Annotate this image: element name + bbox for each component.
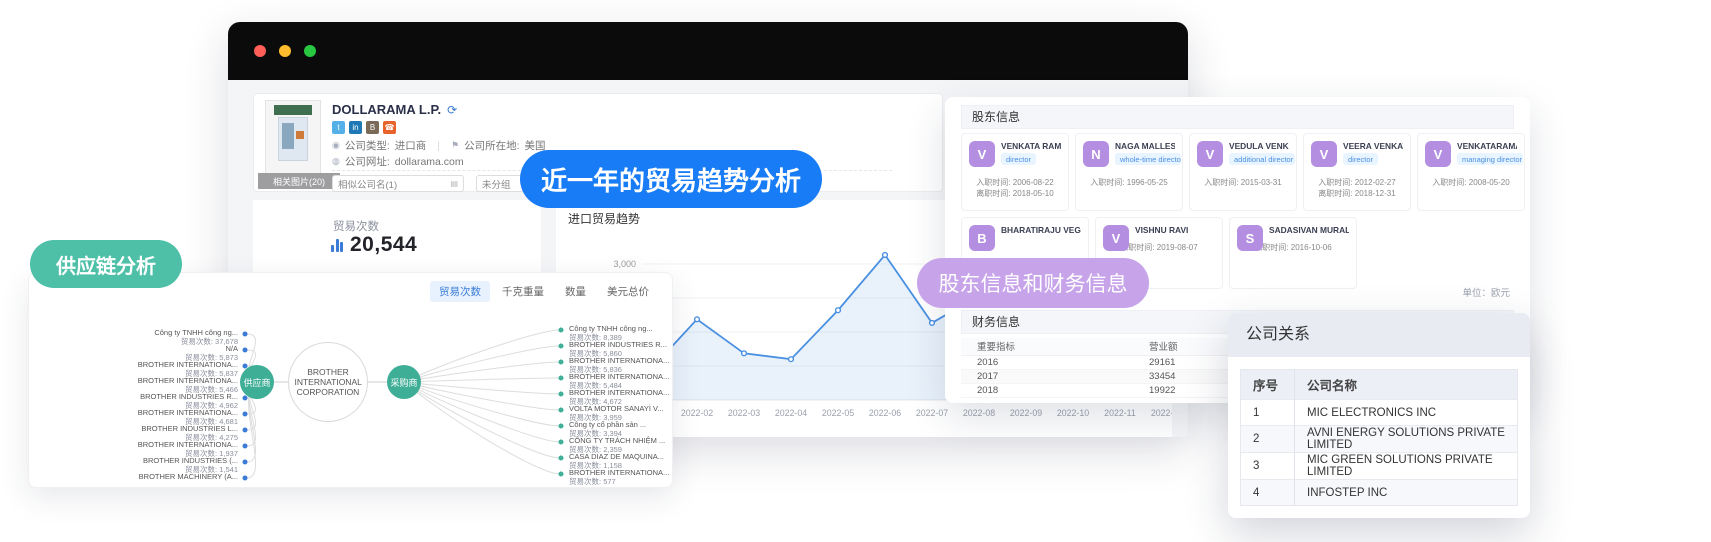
partner-node[interactable]: Công ty TNHH công ng... 贸易次数: 37,678 — [37, 329, 238, 346]
company-type-label: 公司类型: — [345, 138, 390, 153]
shareholder-row-1: V VENKATA RAM ATLURI director 入职时间: 2006… — [961, 133, 1525, 211]
shareholder-card[interactable]: N NAGA MALLESWARA R... whole-time direct… — [1075, 133, 1183, 211]
avatar: N — [1083, 141, 1109, 167]
shareholder-card[interactable]: V VEDULA VENKATA RAM... additional direc… — [1189, 133, 1297, 211]
related-images-label[interactable]: 相关图片(20) — [258, 173, 340, 189]
shareholder-name: SADASIVAN MURALIKR... — [1269, 225, 1349, 235]
shareholder-dates: 入职时间: 2015-03-31 — [1197, 177, 1289, 188]
relations-col-header: 序号 — [1241, 370, 1295, 400]
trade-count-value: 20,544 — [350, 233, 417, 257]
svg-text:2022-04: 2022-04 — [775, 408, 807, 418]
role-badge: additional director — [1229, 153, 1295, 165]
relations-table: 序号公司名称1MIC ELECTRONICS INC2AVNI ENERGY S… — [1240, 369, 1518, 506]
partner-trade-count: 贸易次数: 577 — [569, 478, 669, 487]
company-type-value: 进口商 — [395, 138, 427, 153]
website-icon: ◍ — [332, 156, 340, 167]
shareholder-dates: 入职时间: 2006-08-22 离职时间: 2018-05-10 — [969, 177, 1061, 199]
social-icons: tin B ☎ — [332, 121, 396, 134]
list-icon: ▤ — [450, 179, 458, 188]
supply-chain-pill: 供应链分析 — [30, 240, 182, 288]
shareholder-name: BHARATIRAJU VEGIRAJU — [1001, 225, 1081, 235]
location-icon: ⚑ — [451, 140, 459, 151]
window-maximize-button[interactable] — [304, 45, 316, 57]
phone-icon[interactable]: ☎ — [383, 121, 396, 134]
trade-trend-pill: 近一年的贸易趋势分析 — [520, 150, 822, 208]
role-badge: managing director — [1457, 153, 1523, 165]
shareholder-name: NAGA MALLESWARA R... — [1115, 141, 1175, 151]
supplier-role-node[interactable]: 供应商 — [240, 365, 274, 399]
role-badge: director — [1001, 153, 1036, 165]
avatar: V — [1311, 141, 1337, 167]
window-titlebar — [228, 22, 1188, 80]
similar-company-input[interactable]: 相似公司名(1) ▤ — [332, 175, 464, 192]
avatar: S — [1237, 225, 1263, 251]
svg-text:2022-09: 2022-09 — [1010, 408, 1042, 418]
svg-text:2022-10: 2022-10 — [1057, 408, 1089, 418]
shareholder-card[interactable]: V VEERA VENKATA SATYA... director 入职时间: … — [1303, 133, 1411, 211]
avatar: V — [1425, 141, 1451, 167]
relations-title: 公司关系 — [1228, 313, 1530, 357]
company-website-label: 公司网址: — [345, 154, 390, 169]
svg-text:2022-07: 2022-07 — [916, 408, 948, 418]
window-close-button[interactable] — [254, 45, 266, 57]
company-type-icon: ◉ — [332, 140, 340, 151]
twitter-icon[interactable]: t — [332, 121, 345, 134]
shareholder-dates: 入职时间: 2012-02-27 离职时间: 2018-12-31 — [1311, 177, 1403, 199]
trade-count-label: 贸易次数 — [333, 218, 379, 234]
avatar: V — [969, 141, 995, 167]
bar-chart-icon — [331, 238, 343, 252]
page-canvas: 相关图片(20) DOLLARAMA L.P. ⟳ tinB☎ ◉ 公司类型: … — [0, 0, 1711, 542]
refresh-icon[interactable]: ⟳ — [447, 103, 457, 117]
shareholder-name: VISHNU RAVI — [1135, 225, 1215, 235]
company-relations-card: 公司关系 序号公司名称1MIC ELECTRONICS INC2AVNI ENE… — [1228, 313, 1530, 518]
shareholder-name: VENKATARAMANA MAG... — [1457, 141, 1517, 151]
buyer-role-node[interactable]: 采购商 — [387, 365, 421, 399]
svg-text:2022-03: 2022-03 — [728, 408, 760, 418]
center-company-node[interactable]: BROTHER INTERNATIONAL CORPORATION — [288, 342, 368, 422]
avatar: V — [1197, 141, 1223, 167]
svg-text:2022-05: 2022-05 — [822, 408, 854, 418]
svg-text:2022-06: 2022-06 — [869, 408, 901, 418]
svg-text:2022-12: 2022-12 — [1151, 408, 1172, 418]
relations-row[interactable]: 3MIC GREEN SOLUTIONS PRIVATE LIMITED — [1241, 453, 1518, 480]
relations-row[interactable]: 2AVNI ENERGY SOLUTIONS PRIVATE LIMITED — [1241, 426, 1518, 453]
financial-col-header: 重要指标 — [961, 338, 1133, 355]
supply-chain-card: 贸易次数千克重量数量美元总价 Công ty TNHH công ng... 贸… — [28, 272, 673, 488]
divider: | — [437, 140, 440, 152]
relations-row[interactable]: 4INFOSTEP INC — [1241, 480, 1518, 506]
shareholder-card[interactable]: V VENKATA RAM ATLURI director 入职时间: 2006… — [961, 133, 1069, 211]
company-name: DOLLARAMA L.P. — [332, 102, 441, 117]
shareholder-card[interactable]: V VENKATARAMANA MAG... managing director… — [1417, 133, 1525, 211]
partner-node[interactable]: BROTHER INTERNATIONA... 贸易次数: 577 — [569, 469, 669, 486]
shareholder-dates: 入职时间: 1996-05-25 — [1083, 177, 1175, 188]
company-website-value[interactable]: dollarama.com — [395, 156, 464, 168]
partner-node[interactable]: BROTHER MACHINERY (A... — [37, 473, 238, 482]
shareholder-dates: 入职时间: 2008-05-20 — [1425, 177, 1517, 188]
svg-text:2022-11: 2022-11 — [1104, 408, 1136, 418]
window-minimize-button[interactable] — [279, 45, 291, 57]
relations-row[interactable]: 1MIC ELECTRONICS INC — [1241, 400, 1518, 426]
relations-col-header: 公司名称 — [1295, 370, 1518, 400]
company-location-label: 公司所在地: — [464, 138, 519, 153]
linkedin-icon[interactable]: in — [349, 121, 362, 134]
partner-name: BROTHER MACHINERY (A... — [37, 473, 238, 482]
shareholder-name: VEDULA VENKATA RAM... — [1229, 141, 1289, 151]
blog-icon[interactable]: B — [366, 121, 379, 134]
svg-text:3,000: 3,000 — [613, 259, 636, 269]
shareholder-section-title: 股东信息 — [961, 105, 1514, 129]
shareholder-financial-pill: 股东信息和财务信息 — [917, 258, 1149, 308]
avatar: V — [1103, 225, 1129, 251]
shareholder-name: VEERA VENKATA SATYA... — [1343, 141, 1403, 151]
avatar: B — [969, 225, 995, 251]
role-badge: director — [1343, 153, 1378, 165]
svg-text:2022-08: 2022-08 — [963, 408, 995, 418]
product-image — [265, 100, 321, 180]
role-badge: whole-time director — [1115, 153, 1181, 165]
financial-unit-label: 单位：欧元 — [1462, 285, 1510, 299]
shareholder-name: VENKATA RAM ATLURI — [1001, 141, 1061, 151]
svg-text:2022-02: 2022-02 — [681, 408, 713, 418]
shareholder-card[interactable]: S SADASIVAN MURALIKR... 入职时间: 2016-10-06 — [1229, 217, 1357, 289]
